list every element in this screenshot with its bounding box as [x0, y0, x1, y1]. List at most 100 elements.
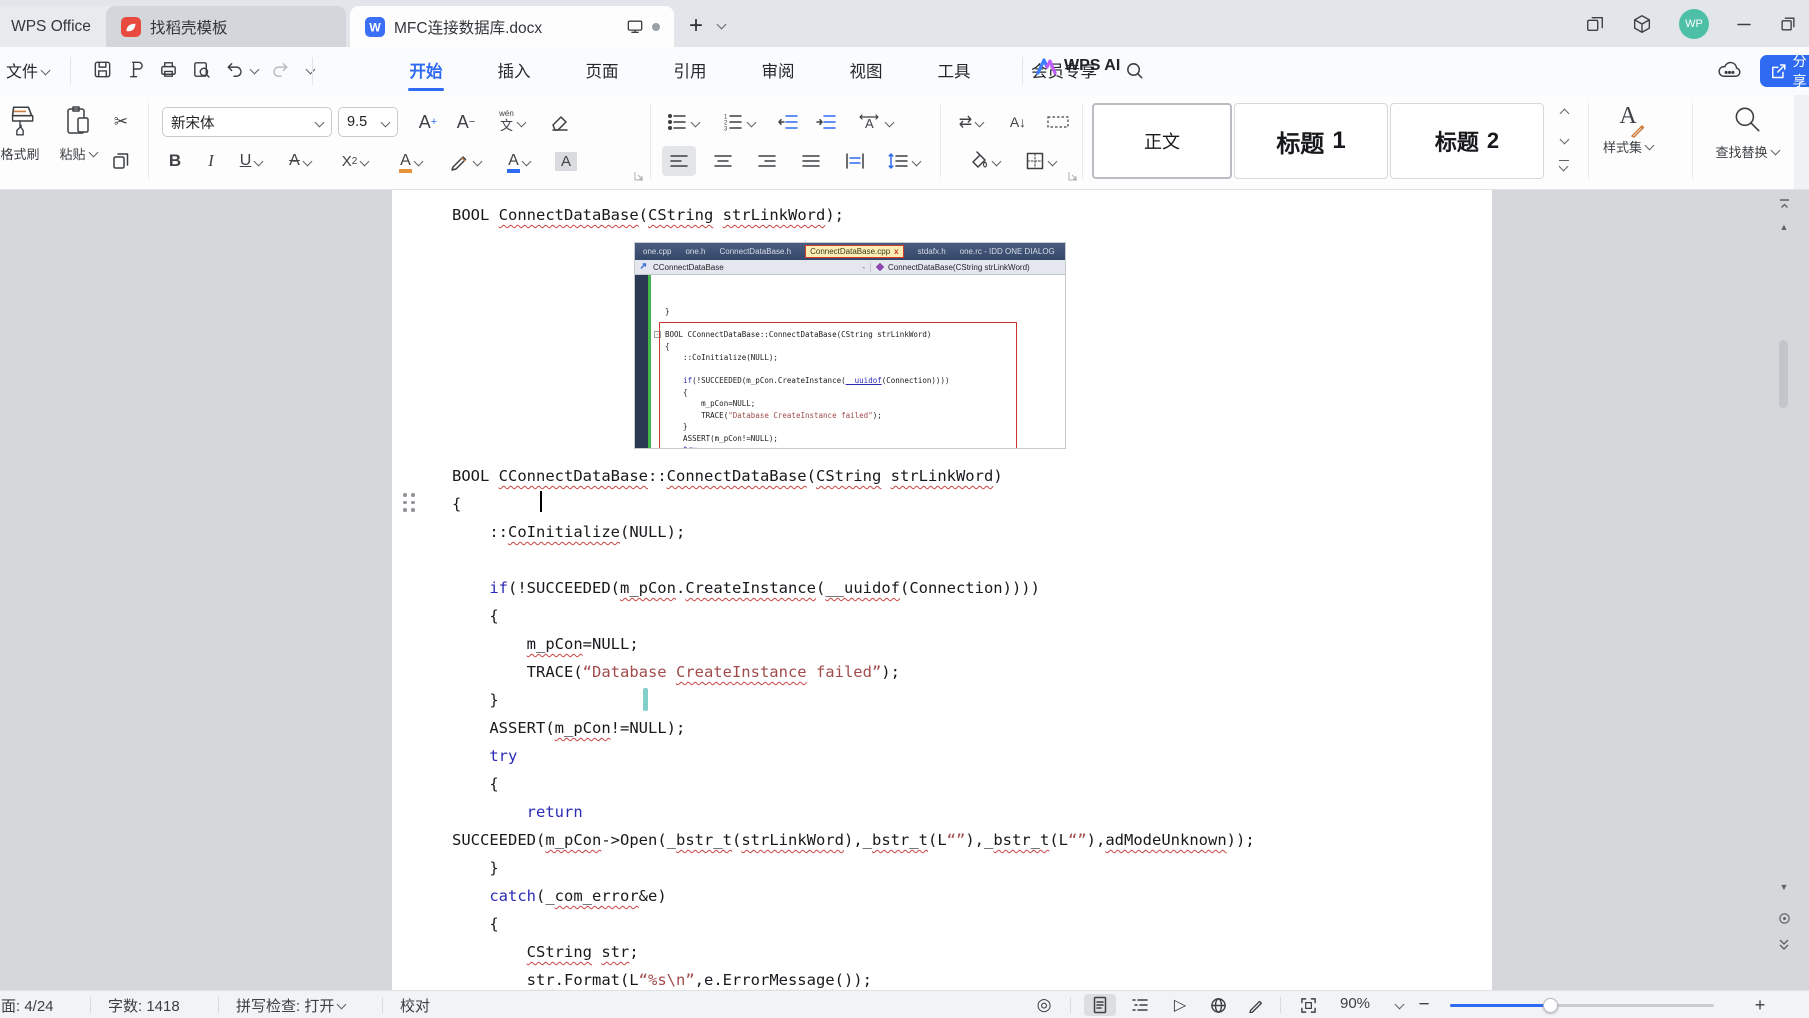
print-icon[interactable] — [158, 59, 179, 80]
font-dialog-launcher-icon[interactable] — [634, 171, 644, 181]
tab-docer-templates[interactable]: 找稻壳模板 — [106, 6, 346, 47]
strikethrough-button[interactable]: A — [280, 146, 320, 176]
styles-scroll-down[interactable] — [1552, 131, 1576, 147]
align-left-button[interactable] — [662, 146, 696, 176]
cloud-sync-icon[interactable] — [1716, 58, 1743, 82]
font-size-select[interactable]: 9.5 — [338, 107, 398, 137]
bold-button[interactable]: B — [162, 146, 188, 176]
align-center-button[interactable] — [706, 146, 740, 176]
highlight-color-button[interactable]: A — [390, 146, 432, 176]
shading-button[interactable] — [962, 146, 1006, 176]
align-right-button[interactable] — [750, 146, 784, 176]
char-shading-button[interactable]: A — [552, 146, 580, 176]
cut-button[interactable]: ✂ — [108, 107, 134, 137]
styles-scroll-up[interactable] — [1552, 105, 1576, 121]
collapse-ribbon-icon[interactable] — [1775, 198, 1793, 212]
zoom-slider[interactable] — [1450, 1004, 1714, 1007]
paste-button[interactable]: 粘贴 — [50, 103, 106, 163]
bullet-list-button[interactable] — [662, 107, 702, 137]
fit-page-button[interactable] — [1292, 994, 1324, 1016]
word-count[interactable]: 字数: 1418 — [108, 995, 180, 1016]
menu-item-reference[interactable]: 引用 — [664, 58, 716, 82]
menu-item-home[interactable]: 开始 — [400, 58, 452, 91]
show-marks-button[interactable] — [1040, 107, 1076, 137]
menu-item-tools[interactable]: 工具 — [928, 58, 980, 82]
font-color-button[interactable]: A — [498, 146, 540, 176]
increase-font-button[interactable]: A + — [412, 107, 444, 137]
font-name-select[interactable]: 新宋体 — [162, 107, 332, 137]
chinese-conversion-button[interactable]: ⇄ — [950, 107, 992, 137]
zoom-level[interactable]: 90% — [1340, 995, 1370, 1012]
italic-button[interactable]: I — [198, 146, 224, 176]
paragraph-drag-handle[interactable] — [403, 493, 417, 513]
style-normal[interactable]: 正文 — [1092, 103, 1232, 179]
underline-button[interactable]: U — [232, 146, 270, 176]
menu-item-page[interactable]: 页面 — [576, 58, 628, 82]
sort-button[interactable]: A↓ — [1002, 107, 1034, 137]
paragraph-dialog-launcher-icon[interactable] — [1068, 171, 1078, 181]
search-icon[interactable] — [1124, 60, 1145, 81]
undo-icon[interactable] — [224, 59, 245, 80]
increase-indent-button[interactable] — [812, 107, 842, 137]
scroll-down-arrow[interactable]: ▼ — [1775, 882, 1793, 892]
scrollbar-thumb[interactable] — [1779, 340, 1788, 408]
find-replace-button[interactable]: 查找替换 — [1700, 103, 1794, 161]
history-chevron-icon[interactable] — [305, 64, 316, 75]
print-preview-icon[interactable] — [191, 59, 212, 80]
minimize-icon[interactable] — [1735, 15, 1753, 33]
tab-document-active[interactable]: W MFC连接数据库.docx — [350, 6, 674, 47]
decrease-font-button[interactable]: A − — [450, 107, 482, 137]
export-pdf-icon[interactable] — [125, 59, 146, 80]
proofread-button[interactable]: 校对 — [400, 995, 430, 1016]
share-button[interactable]: 分享 — [1760, 55, 1809, 87]
new-tab-button[interactable]: + — [683, 12, 709, 40]
document-code-block[interactable]: BOOL CConnectDataBase::ConnectDataBase(C… — [452, 462, 1462, 990]
zoom-chevron-icon[interactable] — [1394, 999, 1405, 1010]
menu-item-view[interactable]: 视图 — [840, 58, 892, 82]
style-heading-2[interactable]: 标题 2 — [1390, 103, 1544, 179]
borders-button[interactable] — [1018, 146, 1062, 176]
tab-list-chevron-icon[interactable] — [716, 19, 727, 30]
superscript-button[interactable]: X2 — [334, 146, 376, 176]
menu-item-review[interactable]: 审阅 — [752, 58, 804, 82]
text-direction-button[interactable]: A — [852, 107, 898, 137]
justify-button[interactable] — [794, 146, 828, 176]
wps-ai-menu[interactable]: WPS AI — [1036, 57, 1120, 75]
format-painter-button[interactable]: 格式刷 — [0, 103, 56, 163]
vs-tab-active[interactable]: ConnectDataBase.cpp x — [805, 245, 904, 258]
document-page[interactable]: BOOL ConnectDataBase(CString strLinkWord… — [392, 190, 1492, 990]
vs-tab-2[interactable]: ConnectDataBase.h — [720, 247, 792, 256]
menu-item-insert[interactable]: 插入 — [488, 58, 540, 82]
page-view-button[interactable] — [1084, 994, 1116, 1016]
redo-icon[interactable] — [270, 59, 291, 80]
apps-box-icon[interactable] — [1631, 13, 1653, 35]
read-mode-button[interactable]: ▷ — [1164, 994, 1196, 1016]
copy-button[interactable] — [108, 146, 134, 176]
file-menu[interactable]: 文件 — [6, 58, 51, 82]
browse-object-button[interactable] — [1775, 912, 1793, 927]
embedded-vs-screenshot-image[interactable]: one.cpp one.h ConnectDataBase.h ConnectData… — [635, 243, 1065, 448]
web-view-button[interactable] — [1202, 994, 1234, 1016]
style-set-button[interactable]: A 样式集 — [1592, 103, 1664, 156]
vs-tab-after-1[interactable]: one.rc - IDD ONE DIALOG — [960, 247, 1055, 256]
avatar[interactable]: WP — [1679, 8, 1709, 39]
scroll-up-arrow[interactable]: ▲ — [1775, 222, 1793, 232]
zoom-slider-handle[interactable] — [1543, 998, 1558, 1013]
outline-view-button[interactable] — [1124, 994, 1156, 1016]
vs-tab-0[interactable]: one.cpp — [643, 247, 671, 256]
monitor-icon[interactable] — [626, 19, 644, 35]
vs-tab-close-icon[interactable]: x — [894, 247, 898, 256]
ink-annotate-button[interactable] — [1240, 994, 1272, 1016]
zoom-out-button[interactable]: − — [1408, 994, 1440, 1016]
line-spacing-button[interactable] — [880, 146, 926, 176]
vertical-scrollbar[interactable]: ▲ ▼ — [1773, 190, 1795, 990]
text-effects-button[interactable] — [444, 146, 486, 176]
undo-chevron-icon[interactable] — [249, 64, 260, 75]
eye-protection-button[interactable]: ◎ — [1028, 994, 1060, 1016]
page-indicator[interactable]: 页面: 4/24 — [0, 995, 54, 1016]
spellcheck-status[interactable]: 拼写检查: 打开 — [236, 995, 347, 1016]
restore-window-icon[interactable] — [1779, 15, 1797, 33]
tab-wps-office[interactable]: WPS Office — [0, 6, 120, 47]
vs-tab-1[interactable]: one.h — [685, 247, 705, 256]
save-icon[interactable] — [92, 59, 113, 80]
